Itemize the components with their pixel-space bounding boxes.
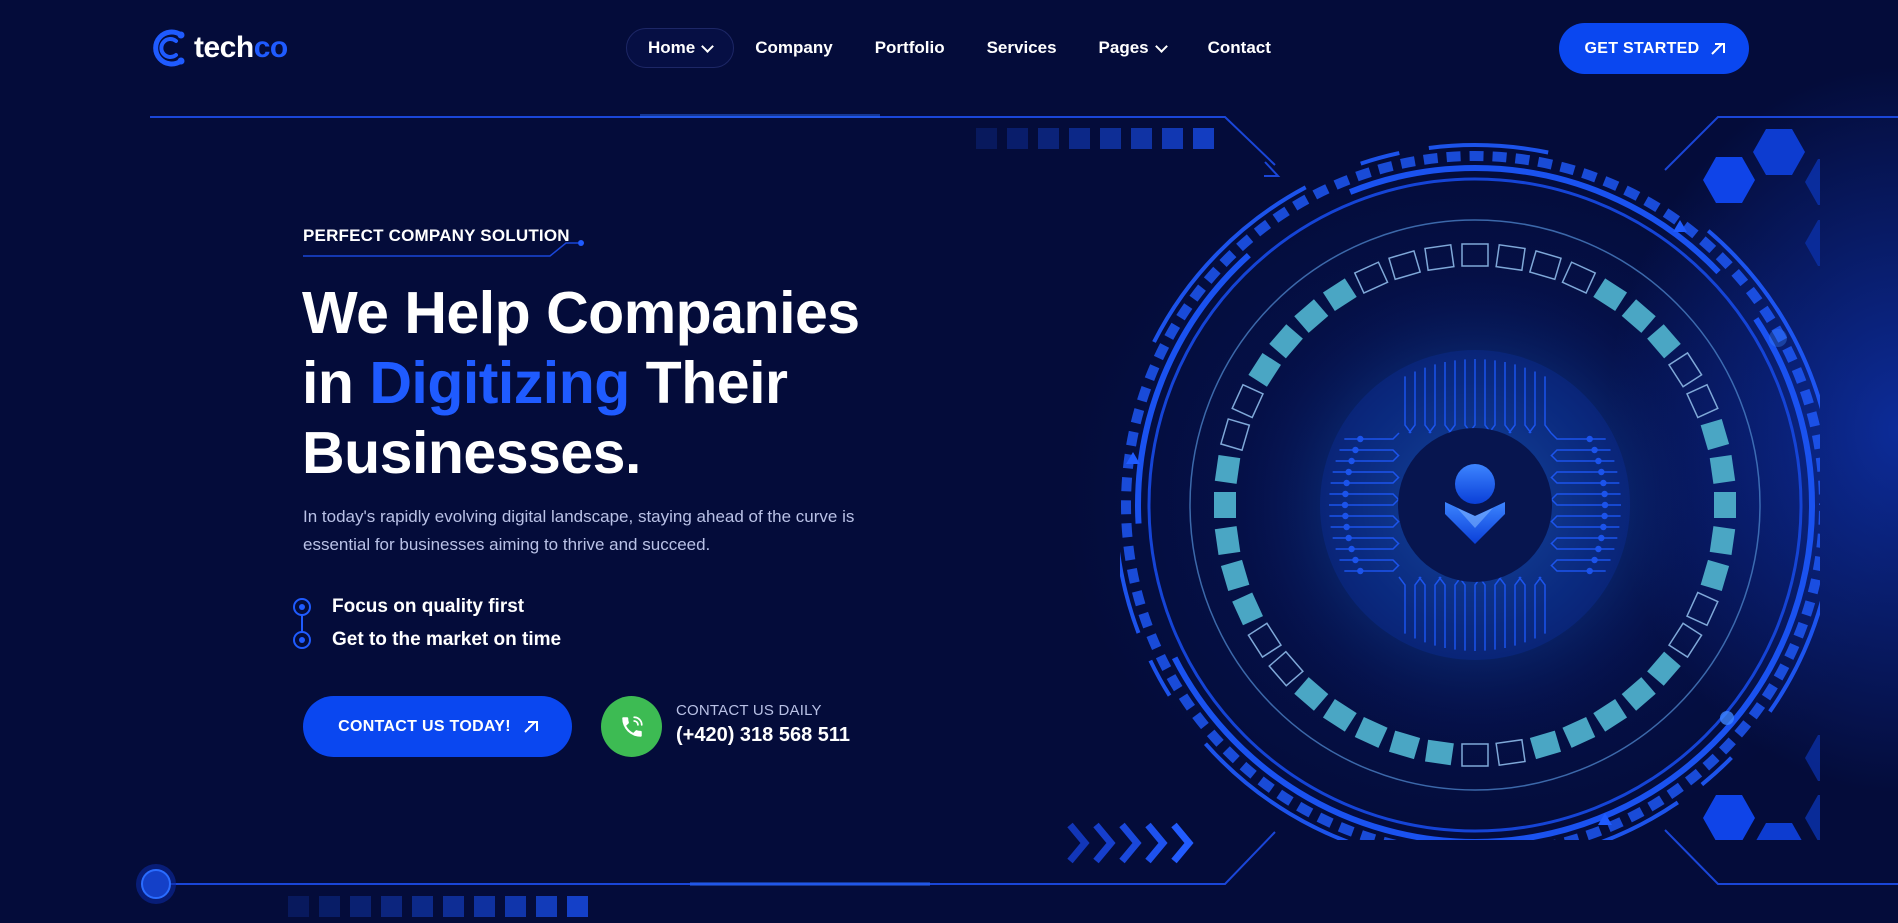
nav-label-home: Home	[648, 38, 696, 57]
phone-icon	[621, 715, 643, 737]
main-nav: Home Company Portfolio Services Pages Co…	[626, 28, 1292, 68]
circuit-node	[1586, 567, 1593, 575]
ring-segment	[1214, 454, 1241, 484]
nav-item-home[interactable]: Home	[626, 28, 735, 68]
nav-label-company: Company	[755, 38, 833, 57]
circuit-node	[1595, 457, 1602, 465]
feature-connector	[301, 614, 303, 632]
ring-segment	[1709, 454, 1736, 484]
circuit-node	[1595, 545, 1602, 553]
circuit-node	[1600, 523, 1607, 531]
logo[interactable]: techco	[148, 22, 288, 74]
circuit-node	[1357, 435, 1364, 443]
nav-item-pages[interactable]: Pages	[1078, 28, 1187, 68]
circuit-node	[1352, 446, 1359, 454]
contact-us-button[interactable]: CONTACT US TODAY!	[303, 696, 572, 757]
circuit-node	[1345, 468, 1352, 476]
nav-label-portfolio: Portfolio	[874, 38, 945, 57]
get-started-label: GET STARTED	[1584, 39, 1700, 57]
circuit-node	[1348, 457, 1355, 465]
ring-segment	[1714, 492, 1736, 518]
circuit-node	[1357, 567, 1364, 575]
circuit-node	[1598, 468, 1605, 476]
chevron-down-icon	[701, 39, 715, 53]
ring-segment	[1424, 739, 1454, 766]
circuit-node	[1352, 556, 1359, 564]
techco-logo-icon	[148, 26, 192, 70]
arrow-up-right-icon	[525, 720, 538, 733]
headline-in: in	[302, 350, 370, 416]
site-header: techco Home Company Portfolio Services P…	[0, 0, 1898, 96]
circuit-node	[1598, 534, 1605, 542]
contact-phone[interactable]: (+420) 318 568 511	[676, 724, 850, 747]
circuit-node	[1345, 534, 1352, 542]
headline-highlight: Digitizing	[369, 350, 630, 416]
contact-us-label: CONTACT US TODAY!	[338, 717, 511, 735]
hexagon-cluster-bottom	[1703, 735, 1820, 840]
circuit-node	[1600, 479, 1607, 487]
circuit-node	[1342, 490, 1349, 498]
circuit-node	[1601, 501, 1609, 509]
nav-item-company[interactable]: Company	[734, 28, 853, 68]
feature-list: Focus on quality first Get to the market…	[293, 590, 561, 656]
circuit-node	[1341, 501, 1349, 509]
ring-segment	[1214, 492, 1236, 518]
headline-line-1: We Help Companies	[302, 280, 860, 346]
hero-description: In today's rapidly evolving digital land…	[303, 507, 855, 554]
logo-text: techco	[194, 31, 288, 65]
hexagon-cluster-top	[1703, 129, 1820, 266]
nav-label-contact: Contact	[1207, 38, 1271, 57]
headline-their: Their	[629, 350, 788, 416]
nav-item-portfolio[interactable]: Portfolio	[854, 28, 966, 68]
nav-label-services: Services	[986, 38, 1057, 57]
logo-text-co: co	[253, 31, 289, 64]
circuit-node	[1342, 512, 1349, 520]
feature-item: Focus on quality first	[293, 590, 561, 623]
nav-item-services[interactable]: Services	[966, 28, 1078, 68]
chevron-down-icon	[1154, 39, 1168, 53]
hero-graphic	[1120, 129, 1820, 840]
circuit-node	[1591, 446, 1598, 454]
contact-label: CONTACT US DAILY	[676, 702, 822, 719]
ring-segment	[1214, 526, 1241, 556]
nav-label-pages: Pages	[1098, 38, 1149, 57]
circuit-node	[1343, 479, 1350, 487]
hero-tagline: PERFECT COMPANY SOLUTION	[303, 226, 570, 245]
feature-item: Get to the market on time	[293, 623, 561, 656]
circuit-node	[1601, 490, 1608, 498]
circuit-node	[1343, 523, 1350, 531]
feature-text: Focus on quality first	[332, 595, 525, 617]
circuit-node	[1591, 556, 1598, 564]
ring-segment	[1709, 526, 1736, 556]
hero-headline: We Help Companies in Digitizing Their Bu…	[302, 278, 942, 488]
get-started-button[interactable]: GET STARTED	[1559, 23, 1749, 74]
circuit-node	[1601, 512, 1608, 520]
phone-button[interactable]	[601, 696, 662, 757]
arrow-up-right-icon	[1712, 42, 1725, 55]
nav-item-contact[interactable]: Contact	[1187, 28, 1292, 68]
target-dot-icon	[293, 597, 311, 616]
feature-text: Get to the market on time	[332, 628, 562, 650]
logo-text-tech: tech	[194, 31, 254, 64]
target-dot-icon	[293, 630, 311, 649]
circuit-node	[1348, 545, 1355, 553]
circuit-node	[1586, 435, 1593, 443]
headline-line-3: Businesses.	[302, 420, 641, 486]
